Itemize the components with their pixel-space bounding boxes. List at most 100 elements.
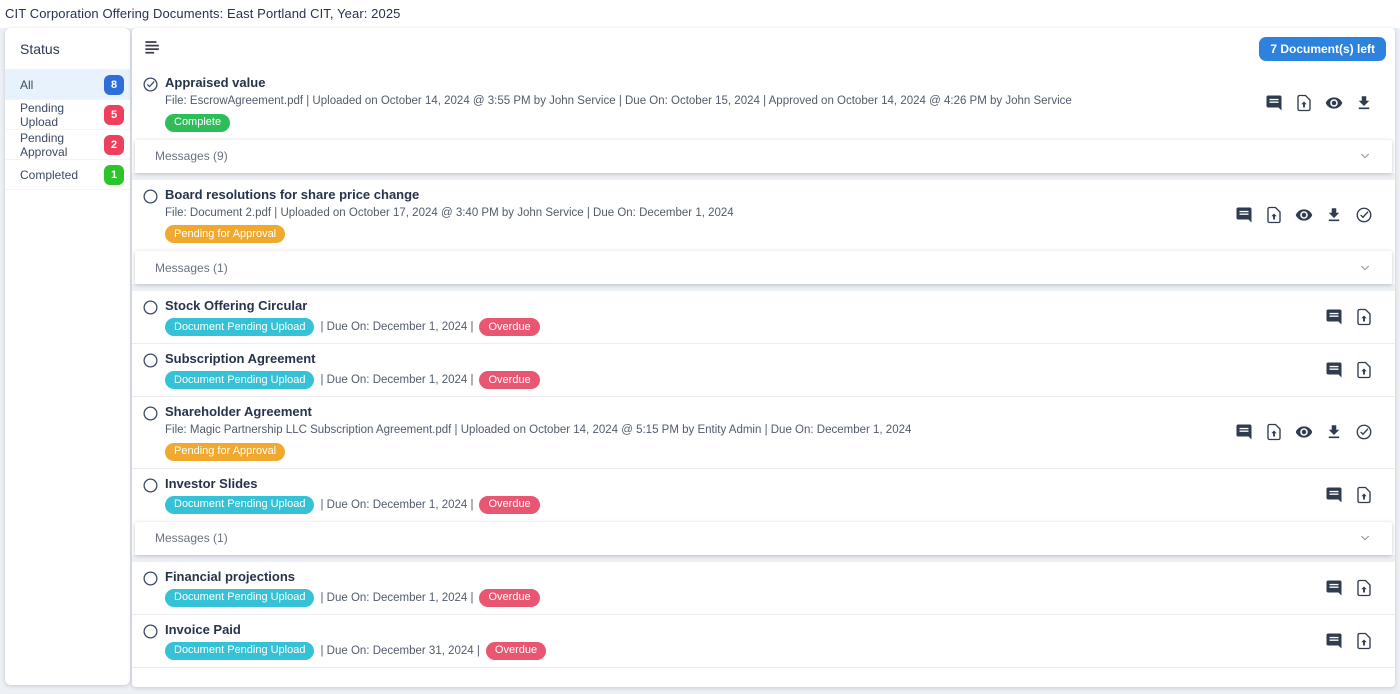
circle-icon <box>142 623 159 640</box>
sidebar-item-all[interactable]: All 8 <box>5 70 130 100</box>
upload-file-icon[interactable] <box>1295 94 1313 112</box>
pending-upload-badge: Document Pending Upload <box>165 496 314 514</box>
sidebar-item-label: Pending Upload <box>20 101 104 129</box>
upload-file-icon[interactable] <box>1355 361 1373 379</box>
view-icon[interactable] <box>1295 423 1313 441</box>
comment-icon[interactable] <box>1265 94 1283 112</box>
due-text: | Due On: December 31, 2024 | <box>320 645 479 657</box>
count-badge: 1 <box>104 165 124 185</box>
due-text: | Due On: December 1, 2024 | <box>320 592 473 604</box>
status-badge: Complete <box>165 114 230 132</box>
view-icon[interactable] <box>1325 94 1343 112</box>
messages-expander[interactable]: Messages (1) <box>135 251 1392 284</box>
list-menu-icon[interactable] <box>143 38 162 57</box>
comment-icon[interactable] <box>1325 308 1343 326</box>
comment-icon[interactable] <box>1235 423 1253 441</box>
comment-icon[interactable] <box>1235 206 1253 224</box>
status-badge: Pending for Approval <box>165 225 285 243</box>
row-actions <box>1325 486 1373 504</box>
circle-icon <box>142 477 159 494</box>
messages-label: Messages (9) <box>155 149 228 163</box>
approve-icon[interactable] <box>1355 206 1373 224</box>
documents-left-button[interactable]: 7 Document(s) left <box>1259 37 1386 61</box>
overdue-badge: Overdue <box>479 318 539 336</box>
pending-upload-badge: Document Pending Upload <box>165 589 314 607</box>
count-badge: 5 <box>104 105 124 125</box>
overdue-badge: Overdue <box>479 589 539 607</box>
messages-label: Messages (1) <box>155 261 228 275</box>
row-actions <box>1325 361 1373 379</box>
document-row: Subscription Agreement Document Pending … <box>132 343 1395 396</box>
document-meta: File: Magic Partnership LLC Subscription… <box>165 423 911 437</box>
row-actions <box>1235 423 1373 441</box>
messages-label: Messages (1) <box>155 531 228 545</box>
upload-file-icon[interactable] <box>1355 486 1373 504</box>
comment-icon[interactable] <box>1325 361 1343 379</box>
sidebar-item-label: Pending Approval <box>20 131 104 159</box>
document-row: Appraised value File: EscrowAgreement.pd… <box>132 68 1395 139</box>
overdue-badge: Overdue <box>479 371 539 389</box>
circle-icon <box>142 299 159 316</box>
window-titlebar: CIT Corporation Offering Documents: East… <box>0 0 1400 28</box>
document-title: Financial projections <box>165 569 540 585</box>
upload-file-icon[interactable] <box>1355 632 1373 650</box>
sidebar-item-pending-approval[interactable]: Pending Approval 2 <box>5 130 130 160</box>
row-actions <box>1235 206 1373 224</box>
document-row: Investor Slides Document Pending Upload … <box>132 468 1395 521</box>
document-meta: File: Document 2.pdf | Uploaded on Octob… <box>165 206 734 220</box>
download-icon[interactable] <box>1355 94 1373 112</box>
sidebar-item-pending-upload[interactable]: Pending Upload 5 <box>5 100 130 130</box>
status-sidebar: Status All 8 Pending Upload 5 Pending Ap… <box>5 28 130 685</box>
row-actions <box>1325 579 1373 597</box>
document-row: Invoice Paid Document Pending Upload | D… <box>132 614 1395 667</box>
row-actions <box>1325 308 1373 326</box>
documents-panel: 7 Document(s) left Appraised value File:… <box>132 28 1395 687</box>
document-row: Financial projections Document Pending U… <box>132 562 1395 614</box>
messages-expander[interactable]: Messages (1) <box>135 522 1392 555</box>
pending-upload-badge: Document Pending Upload <box>165 371 314 389</box>
view-icon[interactable] <box>1295 206 1313 224</box>
circle-icon <box>142 405 159 422</box>
approve-icon[interactable] <box>1355 423 1373 441</box>
row-actions <box>1325 632 1373 650</box>
upload-file-icon[interactable] <box>1265 206 1283 224</box>
comment-icon[interactable] <box>1325 579 1343 597</box>
circle-icon <box>142 188 159 205</box>
upload-file-icon[interactable] <box>1265 423 1283 441</box>
upload-file-icon[interactable] <box>1355 579 1373 597</box>
document-row: Board resolutions for share price change… <box>132 180 1395 251</box>
list-end-divider <box>132 667 1395 668</box>
comment-icon[interactable] <box>1325 486 1343 504</box>
row-actions <box>1265 94 1373 112</box>
pending-upload-badge: Document Pending Upload <box>165 318 314 336</box>
due-text: | Due On: December 1, 2024 | <box>320 499 473 511</box>
due-text: | Due On: December 1, 2024 | <box>320 374 473 386</box>
document-title: Appraised value <box>165 75 1072 91</box>
circle-icon <box>142 352 159 369</box>
check-circle-icon <box>142 76 159 93</box>
chevron-down-icon[interactable] <box>1358 261 1372 275</box>
document-title: Shareholder Agreement <box>165 404 911 420</box>
download-icon[interactable] <box>1325 206 1343 224</box>
document-title: Board resolutions for share price change <box>165 187 734 203</box>
chevron-down-icon[interactable] <box>1358 531 1372 545</box>
document-title: Invoice Paid <box>165 622 546 638</box>
documents-toolbar: 7 Document(s) left <box>132 28 1395 68</box>
comment-icon[interactable] <box>1325 632 1343 650</box>
page-title: CIT Corporation Offering Documents: East… <box>5 6 401 21</box>
row-gap <box>132 173 1395 180</box>
sidebar-heading: Status <box>5 28 130 70</box>
messages-expander[interactable]: Messages (9) <box>135 140 1392 173</box>
upload-file-icon[interactable] <box>1355 308 1373 326</box>
count-badge: 8 <box>104 75 124 95</box>
sidebar-item-completed[interactable]: Completed 1 <box>5 160 130 190</box>
document-row: Stock Offering Circular Document Pending… <box>132 291 1395 343</box>
chevron-down-icon[interactable] <box>1358 149 1372 163</box>
sidebar-item-label: Completed <box>20 168 78 182</box>
count-badge: 2 <box>104 135 124 155</box>
overdue-badge: Overdue <box>486 642 546 660</box>
overdue-badge: Overdue <box>479 496 539 514</box>
download-icon[interactable] <box>1325 423 1343 441</box>
due-text: | Due On: December 1, 2024 | <box>320 321 473 333</box>
status-badge: Pending for Approval <box>165 443 285 461</box>
